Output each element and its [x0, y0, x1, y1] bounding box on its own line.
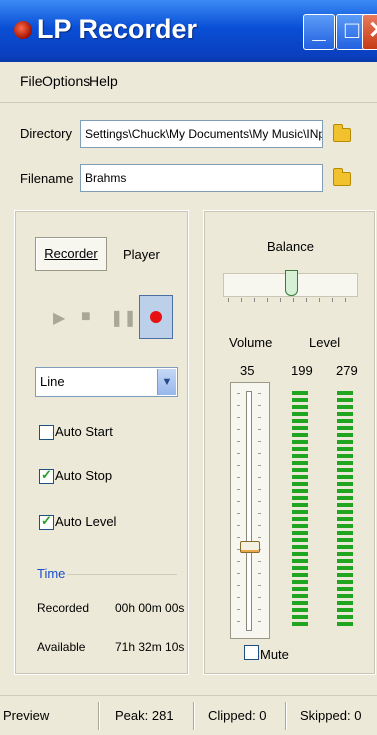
record-button[interactable] [139, 295, 173, 339]
auto-stop-label: Auto Stop [55, 468, 113, 483]
directory-label: Directory [20, 126, 73, 141]
chevron-down-icon[interactable]: ▼ [157, 369, 176, 395]
available-label: Available [37, 640, 86, 654]
folder-icon[interactable] [333, 124, 351, 142]
status-divider [285, 702, 286, 730]
filename-field[interactable]: Brahms [80, 164, 323, 192]
available-value: 71h 32m 10s [115, 640, 185, 654]
balance-label: Balance [267, 239, 314, 254]
lp-recorder-window: LP Recorder _ □ ✕ File Options Help Dire… [0, 0, 377, 735]
directory-field[interactable]: Settings\Chuck\My Documents\My Music\INp… [80, 120, 323, 148]
tab-recorder-label: Recorder [44, 246, 98, 261]
level-left-value: 199 [291, 363, 313, 378]
minimize-icon: _ [312, 17, 326, 44]
status-skipped: Skipped: 0 [300, 708, 362, 723]
status-peak: Peak: 281 [115, 708, 174, 723]
filename-label: Filename [20, 171, 74, 186]
volume-label: Volume [229, 335, 273, 350]
status-bar: Preview Peak: 281 Clipped: 0 Skipped: 0 [0, 695, 377, 735]
title-bar[interactable]: LP Recorder _ □ ✕ [0, 0, 377, 62]
volume-slider-thumb[interactable] [240, 541, 260, 553]
time-divider [67, 574, 177, 575]
app-icon [14, 21, 32, 39]
status-divider [193, 702, 194, 730]
recorded-label: Recorded [37, 601, 90, 615]
auto-level-label: Auto Level [55, 514, 117, 529]
level-right-value: 279 [336, 363, 358, 378]
tab-recorder[interactable]: Recorder [35, 237, 107, 271]
mute-checkbox[interactable] [244, 645, 259, 660]
level-meter-right [337, 391, 353, 627]
balance-slider-thumb[interactable] [285, 270, 298, 296]
status-clipped: Clipped: 0 [208, 708, 267, 723]
pause-icon[interactable]: ❚❚ [110, 308, 137, 328]
status-preview: Preview [3, 708, 50, 723]
balance-ticks [228, 298, 350, 302]
volume-slider-groove [246, 391, 252, 631]
level-meter-left [292, 391, 308, 627]
recorder-panel: Recorder Player ▶ ■ ❚❚ Line ▼ Auto Start… [14, 210, 189, 675]
play-icon[interactable]: ▶ [53, 308, 65, 328]
volume-value: 35 [240, 363, 255, 378]
time-group-title: Time [37, 566, 66, 581]
stop-icon[interactable]: ■ [81, 308, 91, 326]
auto-level-checkbox[interactable] [39, 513, 54, 530]
input-source-select[interactable]: Line ▼ [35, 367, 178, 397]
input-source-value: Line [40, 374, 65, 389]
menu-file[interactable]: File [20, 73, 43, 89]
window-title: LP Recorder [37, 14, 198, 44]
mixer-panel: Balance Volume Level 35 199 279 Mute [203, 210, 376, 675]
close-icon: ✕ [363, 15, 377, 47]
menu-bar: File Options Help [0, 62, 377, 103]
menu-options[interactable]: Options [42, 73, 90, 89]
auto-start-checkbox[interactable] [39, 425, 54, 440]
level-label: Level [309, 335, 341, 350]
status-divider [98, 702, 99, 730]
volume-ticks-right [258, 393, 261, 625]
tab-player[interactable]: Player [123, 247, 160, 262]
folder-icon[interactable] [333, 168, 351, 186]
close-button[interactable]: ✕ [362, 14, 377, 50]
minimize-button[interactable]: _ [303, 14, 335, 50]
recorded-value: 00h 00m 00s [115, 601, 185, 615]
volume-ticks-left [237, 393, 240, 625]
menu-help[interactable]: Help [89, 73, 118, 89]
mute-label: Mute [260, 647, 289, 662]
auto-start-label: Auto Start [55, 424, 113, 439]
auto-stop-checkbox[interactable] [39, 467, 54, 484]
